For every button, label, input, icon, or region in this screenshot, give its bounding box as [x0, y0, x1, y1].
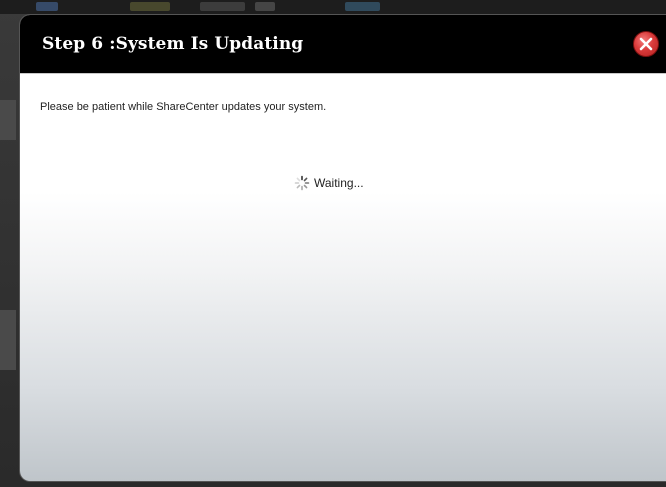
background-toolbar-item — [200, 2, 245, 11]
background-toolbar — [0, 0, 666, 14]
close-button[interactable] — [633, 31, 659, 57]
spinner-icon — [294, 175, 310, 191]
background-toolbar-item — [130, 2, 170, 11]
background-sidebar-strip — [0, 100, 16, 140]
background-toolbar-item — [255, 2, 275, 11]
dialog-title: Step 6 :System Is Updating — [42, 34, 304, 54]
update-dialog: Step 6 :System Is Updating Please be pat… — [20, 15, 666, 481]
close-icon — [639, 37, 653, 51]
waiting-status-text: Waiting... — [314, 176, 364, 190]
update-message: Please be patient while ShareCenter upda… — [40, 101, 327, 113]
background-sidebar-strip — [0, 310, 16, 370]
background-toolbar-item — [345, 2, 380, 11]
background-toolbar-item — [36, 2, 58, 11]
dialog-header: Step 6 :System Is Updating — [20, 15, 666, 74]
waiting-indicator: Waiting... — [294, 175, 364, 191]
